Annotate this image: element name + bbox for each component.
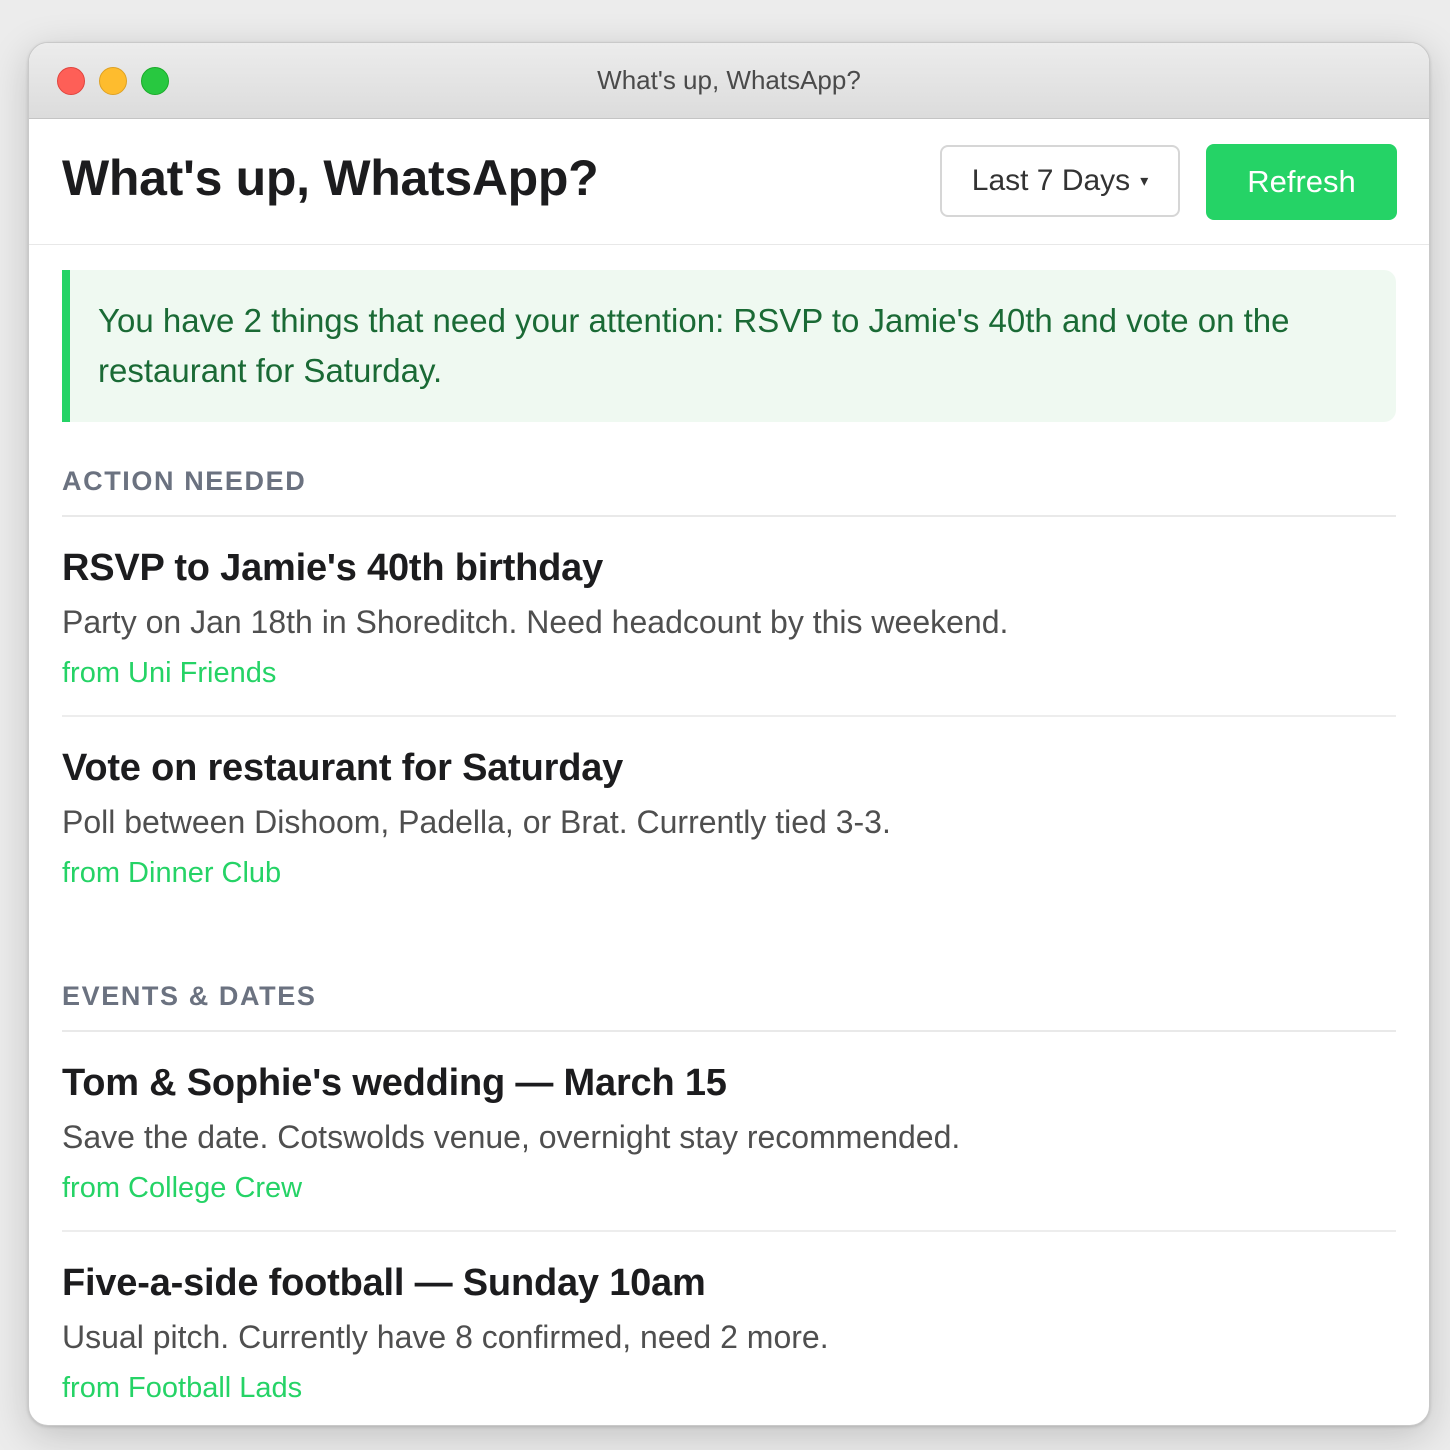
item-source: from Dinner Club <box>62 857 282 889</box>
item-source: from Football Lads <box>62 1372 303 1404</box>
item-title: Vote on restaurant for Saturday <box>62 747 624 789</box>
item-title: Five-a-side football — Sunday 10am <box>62 1262 706 1304</box>
window-title: What's up, WhatsApp? <box>597 65 861 95</box>
item-description: Save the date. Cotswolds venue, overnigh… <box>62 1119 961 1155</box>
refresh-button[interactable]: Refresh <box>1206 144 1397 220</box>
item-source: from Uni Friends <box>62 657 277 689</box>
date-range-value: Last 7 Days <box>971 164 1131 197</box>
attention-summary: You have 2 things that need your attenti… <box>62 270 1396 422</box>
section-heading-events-dates: EVENTS & DATES <box>62 981 1396 1032</box>
item-source: from College Crew <box>62 1172 303 1204</box>
date-range-select[interactable]: Last 7 Days ▾ <box>940 145 1180 217</box>
list-item[interactable]: RSVP to Jamie's 40th birthday Party on J… <box>62 517 1396 717</box>
section-heading-action-needed: ACTION NEEDED <box>62 466 1396 517</box>
main-content: You have 2 things that need your attenti… <box>29 245 1429 1425</box>
list-item[interactable]: Tom & Sophie's wedding — March 15 Save t… <box>62 1032 1396 1232</box>
item-title: Tom & Sophie's wedding — March 15 <box>62 1062 727 1104</box>
list-item[interactable]: Five-a-side football — Sunday 10am Usual… <box>62 1232 1396 1425</box>
item-description: Party on Jan 18th in Shoreditch. Need he… <box>62 604 1009 640</box>
item-description: Poll between Dishoom, Padella, or Brat. … <box>62 804 891 840</box>
app-header: What's up, WhatsApp? Last 7 Days ▾ Refre… <box>29 119 1429 245</box>
item-title: RSVP to Jamie's 40th birthday <box>62 547 604 589</box>
summary-text: You have 2 things that need your attenti… <box>98 302 1290 389</box>
title-bar: What's up, WhatsApp? <box>29 43 1429 119</box>
chevron-down-icon: ▾ <box>1140 173 1149 190</box>
item-description: Usual pitch. Currently have 8 confirmed,… <box>62 1319 829 1355</box>
list-item[interactable]: Vote on restaurant for Saturday Poll bet… <box>62 717 1396 915</box>
page-title: What's up, WhatsApp? <box>62 150 599 206</box>
app-window: What's up, WhatsApp? What's up, WhatsApp… <box>28 42 1430 1426</box>
